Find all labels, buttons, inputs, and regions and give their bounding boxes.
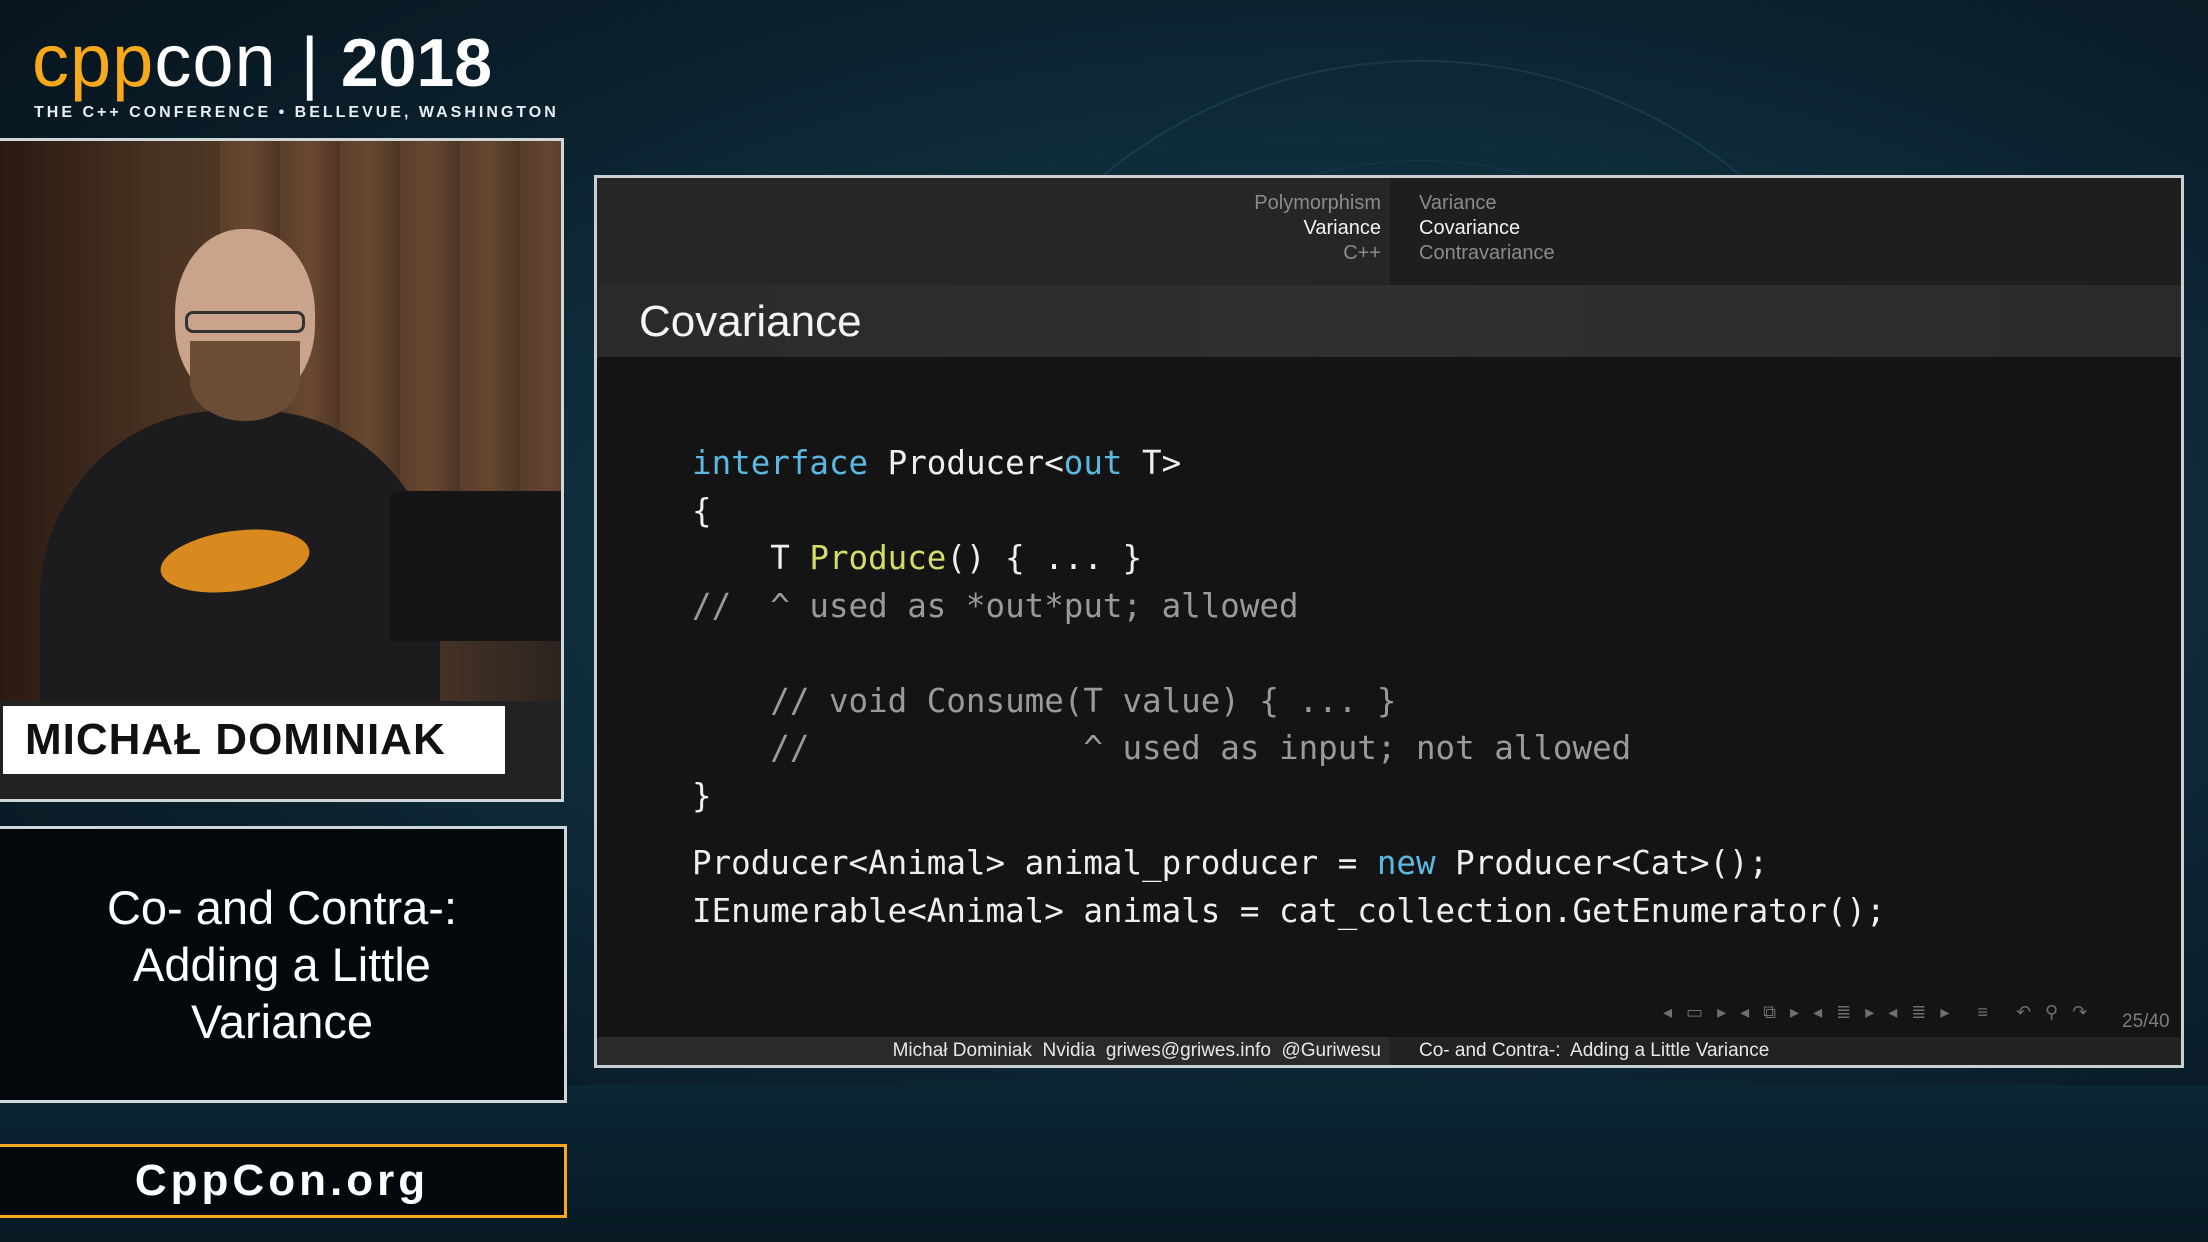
code-function-body: () { ... } <box>946 539 1143 577</box>
glasses-icon <box>185 311 305 333</box>
code-block: interface Producer<out T>{ T Produce() {… <box>692 440 1886 935</box>
arrow-right-icon[interactable]: ▸ <box>1865 1002 1874 1023</box>
subsection-icon[interactable]: ≣ <box>1836 1002 1851 1023</box>
code-producer-ctor: Producer<Cat>(); <box>1435 844 1769 882</box>
slide-title-bar: Covariance <box>597 285 2181 357</box>
undo-icon[interactable]: ↶ <box>2016 1002 2031 1023</box>
nav-section-cpp[interactable]: C++ <box>1254 241 1381 266</box>
nav-section-variance[interactable]: Variance <box>1254 216 1381 241</box>
align-icon[interactable]: ≡ <box>1977 1002 1988 1023</box>
arrow-left-icon[interactable]: ◂ <box>1740 1002 1749 1023</box>
code-type-param: T> <box>1122 444 1182 482</box>
slide-title: Covariance <box>639 297 862 346</box>
cppcon-logo: cpp con | 2018 THE C++ CONFERENCE • BELLEVU… <box>32 18 559 122</box>
talk-title-box: Co- and Contra-: Adding a Little Varianc… <box>0 826 567 1103</box>
footer-talk-title: Co- and Contra-: Adding a Little Varianc… <box>1419 1040 1770 1061</box>
presentation-slide: Polymorphism Variance C++ Variance Covar… <box>594 175 2184 1068</box>
code-comment-output: // ^ used as *out*put; allowed <box>692 586 1299 625</box>
redo-icon[interactable]: ↷ <box>2072 1002 2087 1023</box>
search-icon[interactable]: ⚲ <box>2045 1002 2058 1023</box>
code-keyword-interface: interface <box>692 444 869 482</box>
nav-subsection-contravariance[interactable]: Contravariance <box>1419 241 1555 266</box>
beamer-nav-controls: ◂ ▭ ▸ ◂ ⧉ ▸ ◂ ≣ ▸ ◂ ≣ ▸ ≡ ↶ ⚲ ↷ <box>1663 1001 2113 1023</box>
arrow-right-icon[interactable]: ▸ <box>1790 1002 1799 1023</box>
logo-cpp: cpp <box>32 19 155 102</box>
nav-section-polymorphism[interactable]: Polymorphism <box>1254 191 1381 216</box>
arrow-right-icon[interactable]: ▸ <box>1940 1002 1949 1023</box>
code-line-1: interface Producer<out T> <box>692 440 1886 488</box>
speaker-beard <box>190 341 300 421</box>
logo-wordmark: cpp con | 2018 <box>32 18 559 102</box>
frames-icon[interactable]: ⧉ <box>1763 1002 1776 1023</box>
arrow-left-icon[interactable]: ◂ <box>1663 1002 1672 1023</box>
logo-year: 2018 <box>340 25 493 101</box>
slide-footer: Michał Dominiak Nvidia griwes@griwes.inf… <box>597 1037 2181 1065</box>
logo-con: con <box>154 19 277 102</box>
nav-sections: Polymorphism Variance C++ <box>1254 191 1381 266</box>
laptop-image <box>390 491 561 641</box>
code-keyword-out: out <box>1063 444 1123 482</box>
speaker-name: MICHAŁ DOMINIAK <box>25 715 446 764</box>
code-line-producer: Producer<Animal> animal_producer = new P… <box>692 840 1886 888</box>
talk-title: Co- and Contra-: Adding a Little Varianc… <box>106 881 458 1048</box>
code-producer-decl: Producer< <box>868 444 1064 482</box>
nav-subsection-variance[interactable]: Variance <box>1419 191 1555 216</box>
arrow-left-icon[interactable]: ◂ <box>1888 1002 1897 1023</box>
code-spacer <box>692 820 1886 840</box>
frame-icon[interactable]: ▭ <box>1686 1002 1703 1023</box>
page-number: 25/40 <box>2122 1011 2170 1032</box>
code-comment-input: // ^ used as input; not allowed <box>692 729 1632 767</box>
arrow-left-icon[interactable]: ◂ <box>1813 1002 1822 1023</box>
section-icon[interactable]: ≣ <box>1911 1002 1926 1023</box>
code-producer-assign: Producer<Animal> animal_producer = <box>692 844 1377 882</box>
nav-subsections: Variance Covariance Contravariance <box>1419 191 1555 266</box>
code-line-enumerable: IEnumerable<Animal> animals = cat_collec… <box>692 891 1886 930</box>
arrow-right-icon[interactable]: ▸ <box>1717 1002 1726 1023</box>
logo-separator: | <box>300 23 319 101</box>
code-line-2: { <box>692 491 712 530</box>
website-box: CppCon.org <box>0 1144 567 1218</box>
code-line-close: } <box>692 776 712 815</box>
code-return-type: T <box>692 539 810 577</box>
code-function-produce: Produce <box>809 539 947 577</box>
speaker-name-plate: MICHAŁ DOMINIAK <box>0 703 508 777</box>
code-comment-consume: // void Consume(T value) { ... } <box>692 681 1397 720</box>
code-keyword-new: new <box>1376 844 1436 882</box>
code-line-3: T Produce() { ... } <box>692 535 1886 583</box>
logo-tagline: THE C++ CONFERENCE • BELLEVUE, WASHINGTO… <box>34 104 559 121</box>
website-label: CppCon.org <box>134 1156 430 1205</box>
footer-author: Michał Dominiak Nvidia griwes@griwes.inf… <box>892 1040 1381 1061</box>
nav-subsection-covariance[interactable]: Covariance <box>1419 216 1555 241</box>
slide-navigation-header: Polymorphism Variance C++ Variance Covar… <box>597 178 2181 285</box>
